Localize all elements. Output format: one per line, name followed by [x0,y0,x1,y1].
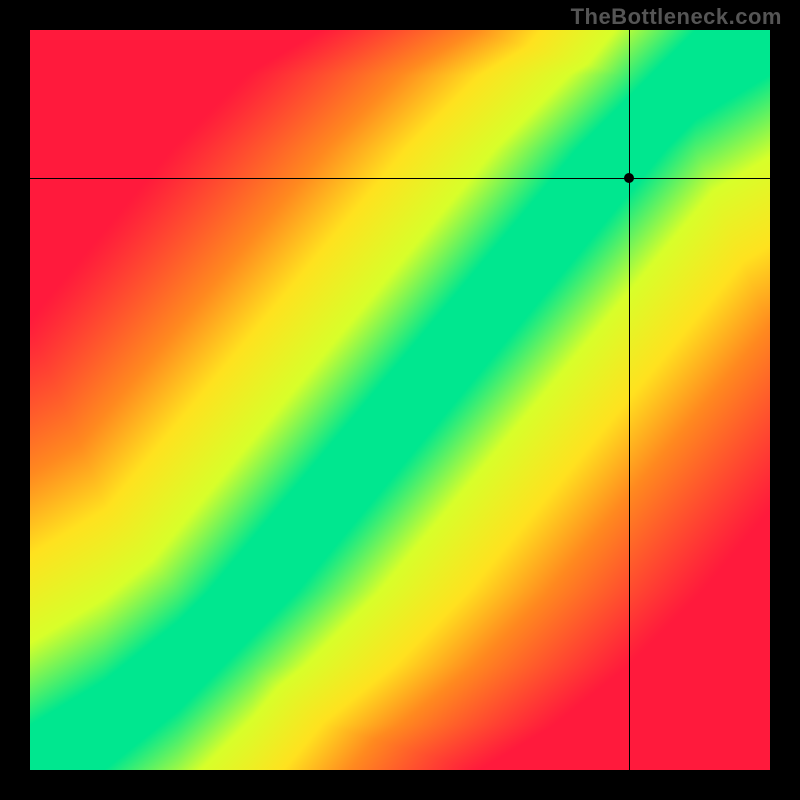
heatmap-plot [30,30,770,770]
watermark-label: TheBottleneck.com [571,4,782,30]
heatmap-canvas [30,30,770,770]
chart-frame: TheBottleneck.com [0,0,800,800]
